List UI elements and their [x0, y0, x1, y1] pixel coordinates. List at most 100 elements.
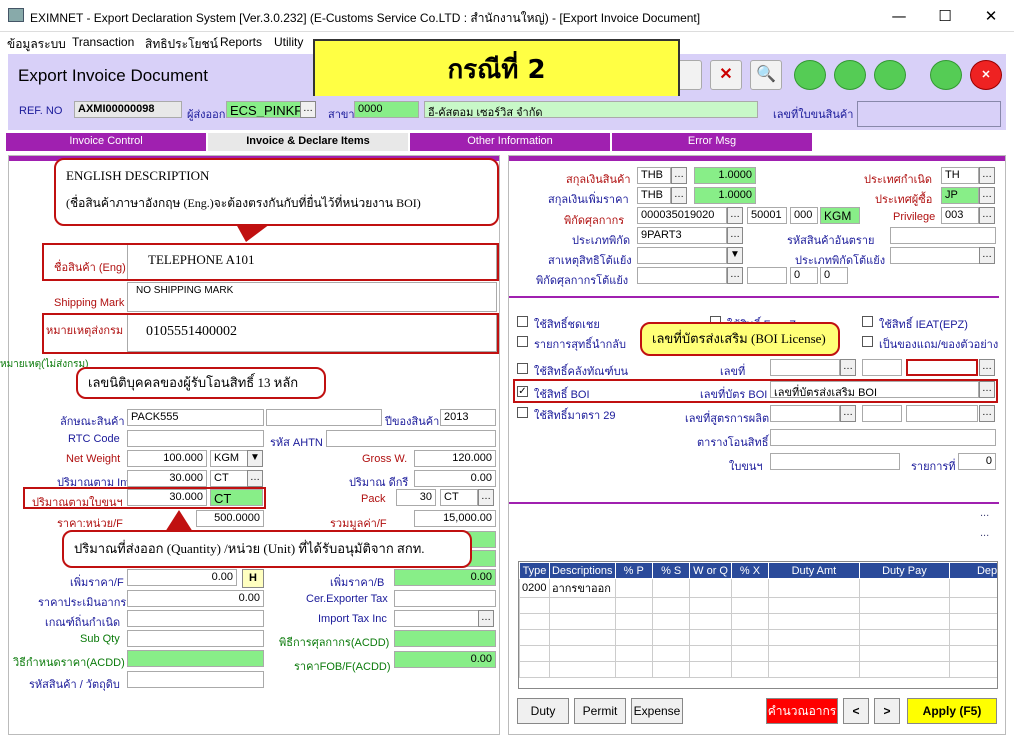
branch-field[interactable]: 0000 [354, 101, 419, 118]
exit-icon[interactable]: ✕ [970, 60, 1002, 90]
char-field-2[interactable] [266, 409, 382, 426]
add-price-b-field[interactable]: 0.00 [394, 569, 496, 586]
apply-button[interactable]: Apply (F5) [907, 698, 997, 724]
delete-x-icon[interactable]: ✕ [710, 60, 742, 90]
net-weight-field[interactable]: 100.000 [127, 450, 207, 467]
dispute-type-field[interactable] [890, 247, 980, 264]
year-field[interactable]: 2013 [440, 409, 496, 426]
last-record-icon[interactable] [930, 60, 962, 90]
exchange-rate-1[interactable]: 1.0000 [694, 167, 756, 184]
tab-error-msg[interactable]: Error Msg [612, 133, 812, 151]
origin-country-field[interactable]: TH [941, 167, 979, 184]
privilege-field[interactable]: 003 [941, 207, 979, 224]
license-field[interactable] [857, 101, 1001, 127]
char-field[interactable]: PACK555 [127, 409, 264, 426]
dispute-type-lookup[interactable]: … [979, 247, 995, 264]
ahtn-field[interactable] [326, 430, 496, 447]
sample-checkbox[interactable] [862, 336, 873, 347]
formula-2-field[interactable] [862, 405, 902, 422]
next-button[interactable]: > [874, 698, 900, 724]
formula-3-field[interactable] [906, 405, 978, 422]
add-currency-lookup[interactable]: … [671, 187, 687, 204]
tariff-lookup[interactable]: … [727, 207, 743, 224]
buyer-country-lookup[interactable]: … [979, 187, 995, 204]
net-weight-unit-dropdown[interactable]: ▼ [247, 450, 263, 467]
sub-qty-field[interactable] [127, 630, 264, 647]
tariff-unit-field[interactable]: KGM [820, 207, 860, 224]
exporter-field[interactable]: ECS_PINKF [226, 101, 301, 118]
item-no-field[interactable]: 0 [958, 453, 996, 470]
tariff-type-lookup[interactable]: … [727, 227, 743, 244]
hazard-field[interactable] [890, 227, 996, 244]
bonded-checkbox[interactable] [517, 363, 528, 374]
h-button[interactable]: H [242, 569, 264, 588]
table-row[interactable]: 0200 อากรขาออก [519, 578, 997, 598]
next-record-icon[interactable] [874, 60, 906, 90]
total-value-field[interactable]: 15,000.00 [414, 510, 496, 527]
inv-qty-unit-lookup[interactable]: … [247, 470, 263, 487]
bond-no-3-field[interactable] [906, 359, 978, 376]
unit-price-field[interactable]: 500.0000 [196, 510, 264, 527]
exchange-rate-2[interactable]: 1.0000 [694, 187, 756, 204]
gross-weight-field[interactable]: 120.000 [414, 450, 496, 467]
ieat-checkbox[interactable] [862, 316, 873, 327]
import-tax-field[interactable] [394, 610, 479, 627]
tab-other-information[interactable]: Other Information [410, 133, 610, 151]
stat-code-field[interactable]: 50001 [747, 207, 787, 224]
menu-item-privileges[interactable]: สิทธิประโยชน์ [145, 35, 218, 54]
exporter-lookup-button[interactable]: … [300, 101, 316, 118]
search-icon[interactable]: 🔍 [750, 60, 782, 90]
sec29-checkbox[interactable] [517, 407, 528, 418]
bond-no-lookup[interactable]: … [840, 359, 856, 376]
assess-field[interactable]: 0.00 [127, 590, 264, 607]
permit-no-field[interactable] [770, 453, 900, 470]
previous-record-icon[interactable] [834, 60, 866, 90]
menu-item-system[interactable]: ข้อมูลระบบ [7, 35, 66, 54]
material-code-field[interactable] [127, 671, 264, 688]
dispute-reason-field[interactable] [637, 247, 727, 264]
menu-item-utility[interactable]: Utility [274, 35, 303, 49]
menu-item-transaction[interactable]: Transaction [72, 35, 134, 49]
import-tax-lookup[interactable]: … [478, 610, 494, 627]
stat-code-2-field[interactable]: 000 [790, 207, 818, 224]
add-currency-field[interactable]: THB [637, 187, 671, 204]
formula-field[interactable] [770, 405, 840, 422]
rtc-field[interactable] [127, 430, 264, 447]
pack-unit[interactable]: CT [440, 489, 478, 506]
dispute-reason-dropdown[interactable]: ▼ [727, 247, 743, 264]
maximize-button[interactable]: ☐ [922, 0, 968, 32]
expense-button[interactable]: Expense [631, 698, 683, 724]
currency-field[interactable]: THB [637, 167, 671, 184]
tariff-field[interactable]: 000035019020 [637, 207, 727, 224]
tariff-type-field[interactable]: 9PART3 [637, 227, 727, 244]
net-weight-unit[interactable]: KGM [210, 450, 248, 467]
menu-item-reports[interactable]: Reports [220, 35, 262, 49]
fob-field[interactable]: 0.00 [394, 651, 496, 668]
origin-country-lookup[interactable]: … [979, 167, 995, 184]
dispute-tariff-lookup[interactable]: … [727, 267, 743, 284]
price-method-field[interactable] [127, 650, 264, 667]
privilege-lookup[interactable]: … [979, 207, 995, 224]
dispute-zero-2[interactable]: 0 [820, 267, 848, 284]
cer-exporter-field[interactable] [394, 590, 496, 607]
bond-no-2-field[interactable] [862, 359, 902, 376]
permit-button[interactable]: Permit [574, 698, 626, 724]
inv-qty-unit[interactable]: CT [210, 470, 248, 487]
return-checkbox[interactable] [517, 336, 528, 347]
formula-lookup[interactable]: … [840, 405, 856, 422]
first-record-icon[interactable] [794, 60, 826, 90]
compensation-checkbox[interactable] [517, 316, 528, 327]
close-button[interactable]: ✕ [968, 0, 1014, 32]
minimize-button[interactable]: — [876, 0, 922, 32]
degree-qty-field[interactable]: 0.00 [414, 470, 496, 487]
pack-field[interactable]: 30 [396, 489, 436, 506]
bond-no-3-lookup[interactable]: … [979, 359, 995, 376]
transfer-field[interactable] [770, 429, 996, 446]
bond-no-field[interactable] [770, 359, 840, 376]
tab-invoice-control[interactable]: Invoice Control [6, 133, 206, 151]
formality-field[interactable] [394, 630, 496, 647]
inv-qty-field[interactable]: 30.000 [127, 470, 207, 487]
tab-invoice-declare-items[interactable]: Invoice & Declare Items [208, 133, 408, 151]
shipping-mark-field[interactable]: NO SHIPPING MARK [127, 282, 497, 312]
dispute-tariff-2-field[interactable] [747, 267, 787, 284]
